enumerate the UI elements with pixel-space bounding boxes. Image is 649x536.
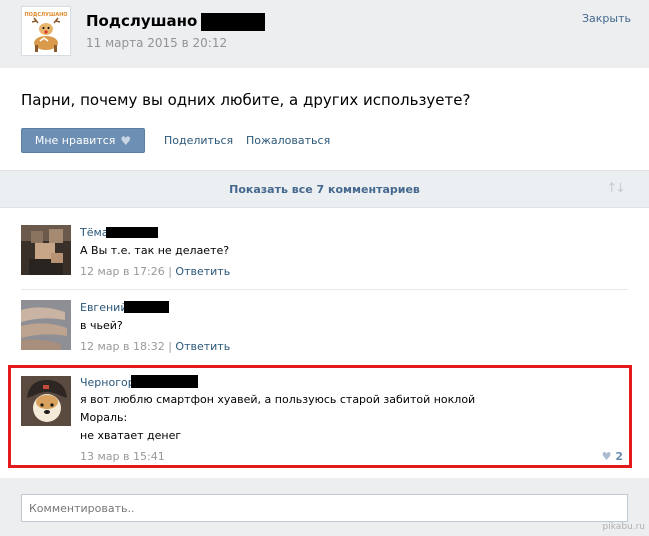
comment-meta: 12 мар в 17:26 | Ответить — [80, 265, 230, 278]
comment-item: Евгений в чьей? 12 мар в 18:32 | Ответит… — [0, 290, 649, 366]
heart-icon: ♥ — [601, 450, 612, 463]
show-all-comments-label: Показать все 7 комментариев — [229, 183, 420, 196]
comment-time[interactable]: 12 мар в 17:26 — [80, 265, 165, 278]
show-all-comments-bar[interactable]: Показать все 7 комментариев ↑↓ — [0, 170, 649, 208]
comment-author[interactable]: Тёма — [80, 226, 109, 239]
close-button[interactable]: Закрыть — [582, 12, 631, 25]
redacted-name — [106, 227, 158, 238]
meta-separator: | — [168, 340, 172, 353]
report-link[interactable]: Пожаловаться — [246, 134, 330, 147]
reply-link[interactable]: Ответить — [175, 265, 230, 278]
comment-like-counter[interactable]: ♥ 2 — [602, 450, 623, 463]
comment-item: Тёма А Вы т.е. так не делаете? 12 мар в … — [0, 208, 649, 290]
comment-input[interactable]: Комментировать.. — [21, 494, 628, 522]
post-body: Парни, почему вы одних любите, а других … — [0, 68, 649, 170]
highlight-frame — [8, 365, 632, 468]
like-button[interactable]: Мне нравится ♥ — [21, 128, 145, 153]
comment-meta: 12 мар в 18:32 | Ответить — [80, 340, 230, 353]
avatar[interactable] — [21, 225, 71, 275]
avatar[interactable] — [21, 300, 71, 350]
comment-text: в чьей? — [80, 319, 123, 332]
heart-icon: ♥ — [120, 133, 132, 148]
svg-text:ПОДСЛУШАНО: ПОДСЛУШАНО — [24, 12, 67, 18]
comment-form: Комментировать.. pikabu.ru — [0, 478, 649, 536]
meta-separator: | — [168, 265, 172, 278]
deer-logo-icon: ПОДСЛУШАНО — [22, 7, 70, 55]
reply-link[interactable]: Ответить — [175, 340, 230, 353]
comment-like-count: 2 — [615, 450, 623, 463]
comment-time[interactable]: 12 мар в 18:32 — [80, 340, 165, 353]
share-link[interactable]: Поделиться — [164, 134, 233, 147]
watermark: pikabu.ru — [602, 522, 645, 532]
hand-avatar-image — [21, 300, 71, 350]
sort-arrows-icon[interactable]: ↑↓ — [606, 181, 626, 196]
redacted-group-city — [201, 13, 265, 31]
comment-author[interactable]: Евгений — [80, 301, 127, 314]
group-name[interactable]: Подслушано в — [86, 12, 212, 30]
group-logo[interactable]: ПОДСЛУШАНО — [21, 6, 71, 56]
post-date[interactable]: 11 марта 2015 в 20:12 — [86, 36, 227, 50]
blurred-avatar-image — [21, 225, 71, 275]
comment-text: А Вы т.е. так не делаете? — [80, 244, 230, 257]
like-label: Мне нравится — [34, 134, 116, 147]
post-text: Парни, почему вы одних любите, а других … — [21, 91, 471, 109]
redacted-name — [124, 301, 169, 313]
post-header: ПОДСЛУШАНО Подслушано в 11 марта 2015 в … — [0, 0, 649, 68]
